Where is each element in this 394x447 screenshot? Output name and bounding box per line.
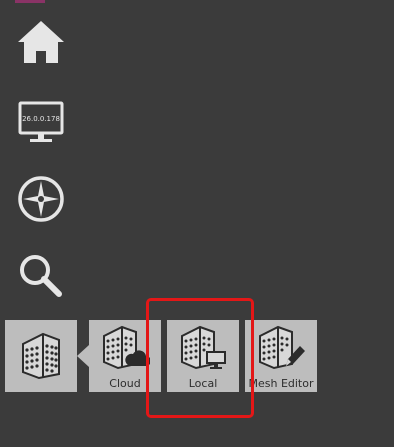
- cloud-tile[interactable]: Cloud: [89, 320, 161, 392]
- building-menu-tile[interactable]: [5, 320, 77, 392]
- local-tile[interactable]: Local: [167, 320, 239, 392]
- mesh-editor-tile-label: Mesh Editor: [248, 377, 314, 390]
- local-tile-label: Local: [188, 377, 218, 390]
- monitor-ip-text: 26.0.0.178: [22, 115, 60, 123]
- building-grid-icon: [22, 332, 60, 380]
- building-monitor-icon: [181, 325, 226, 370]
- compass-icon: [18, 176, 64, 222]
- monitor-icon: 26.0.0.178: [18, 101, 64, 142]
- building-cloud-icon: [103, 325, 150, 370]
- top-tab-indicator: [15, 0, 45, 3]
- building-pencil-icon: [259, 325, 305, 370]
- search-icon: [20, 255, 62, 297]
- popup-pointer: [77, 345, 89, 367]
- search-button[interactable]: [15, 250, 67, 302]
- mesh-editor-tile[interactable]: Mesh Editor: [245, 320, 317, 392]
- home-icon: [18, 21, 64, 63]
- home-button[interactable]: [15, 16, 67, 68]
- cloud-tile-label: Cloud: [109, 377, 141, 390]
- monitor-button[interactable]: 26.0.0.178: [15, 96, 67, 148]
- compass-button[interactable]: [15, 173, 67, 225]
